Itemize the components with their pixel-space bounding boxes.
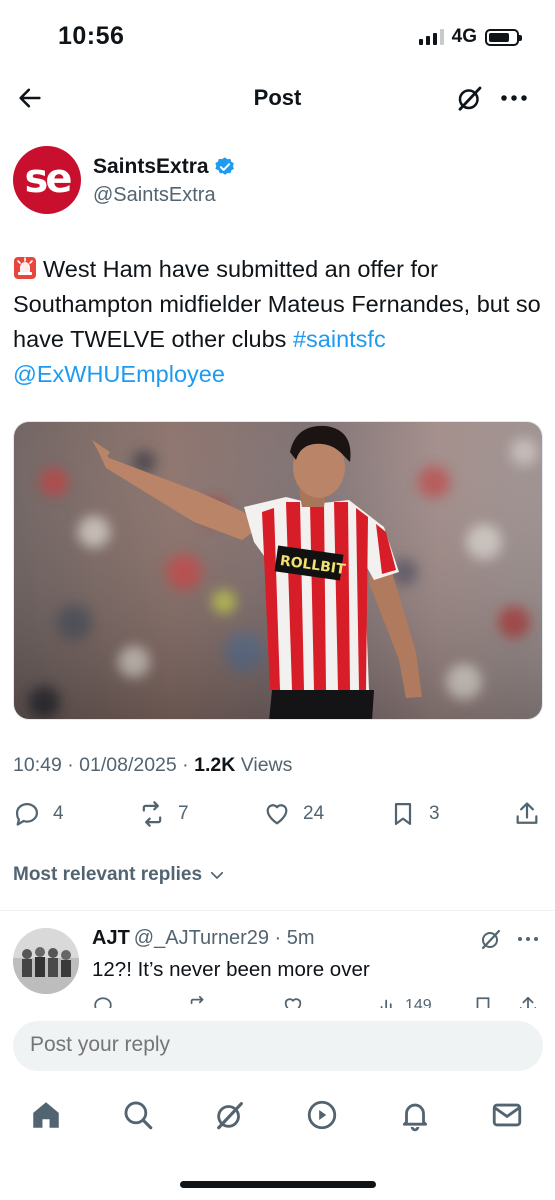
signal-icon	[418, 29, 444, 45]
play-icon[interactable]	[305, 1098, 339, 1132]
post-time: 10:49	[13, 754, 62, 776]
status-time: 10:56	[58, 22, 125, 50]
more-icon[interactable]	[515, 929, 541, 949]
grok-icon[interactable]	[479, 927, 503, 951]
bookmark-count: 3	[429, 803, 440, 824]
post-image[interactable]: ROLLBIT	[13, 421, 543, 720]
network-type: 4G	[451, 26, 477, 47]
reply-text: 12?! It’s never been more over	[92, 958, 370, 981]
status-bar: 10:56 4G	[0, 0, 555, 70]
status-indicators: 4G	[418, 26, 522, 48]
home-indicator	[180, 1181, 376, 1188]
reply-avatar[interactable]	[13, 928, 79, 994]
reply-count: 4	[53, 803, 64, 824]
chevron-down-icon	[210, 871, 224, 879]
author-name-row[interactable]: SaintsExtra	[93, 155, 236, 179]
like-icon	[266, 804, 288, 825]
repost-button[interactable]: 7	[138, 800, 189, 828]
post-date: 01/08/2025	[79, 754, 177, 776]
post-actions: 4 7 24 3	[0, 800, 555, 836]
views-label: Views	[235, 754, 293, 776]
reply-composer[interactable]	[13, 1021, 543, 1071]
like-button[interactable]: 24	[263, 800, 324, 828]
like-count: 24	[303, 803, 325, 824]
grok-icon[interactable]	[213, 1098, 247, 1132]
reply-author-handle[interactable]: @_AJTurner29	[134, 927, 269, 949]
search-icon[interactable]	[121, 1098, 155, 1132]
reply-input[interactable]	[30, 1033, 510, 1057]
repost-icon	[142, 801, 162, 827]
mention-link[interactable]: @ExWHUEmployee	[13, 361, 225, 387]
replies-sort-label: Most relevant replies	[13, 864, 203, 885]
author-handle[interactable]: @SaintsExtra	[93, 184, 216, 207]
home-icon[interactable]	[29, 1098, 63, 1132]
hashtag-link[interactable]: #saintsfc	[293, 326, 386, 352]
verified-icon	[214, 157, 234, 175]
bell-icon[interactable]	[398, 1098, 432, 1132]
bottom-tab-bar	[0, 1092, 555, 1142]
author-name[interactable]: SaintsExtra	[93, 155, 209, 179]
post-body: West Ham have submitted an offer for Sou…	[13, 256, 541, 352]
more-icon[interactable]	[499, 85, 529, 111]
reply-button[interactable]: 4	[13, 800, 64, 828]
reply-age: 5m	[286, 927, 315, 949]
mail-icon[interactable]	[490, 1098, 524, 1132]
bookmark-icon	[394, 802, 412, 826]
reply-header: AJT @_AJTurner29 · 5m	[92, 927, 315, 949]
share-icon	[516, 802, 538, 824]
reply-icon	[15, 802, 39, 826]
grok-icon[interactable]	[455, 83, 485, 113]
bookmark-button[interactable]: 3	[389, 800, 440, 828]
post-text: West Ham have submitted an offer for Sou…	[13, 252, 541, 392]
post-author[interactable]: se SaintsExtra @SaintsExtra	[13, 146, 543, 216]
battery-icon	[485, 28, 522, 46]
share-button[interactable]	[513, 800, 541, 828]
repost-count: 7	[178, 803, 189, 824]
divider	[0, 910, 555, 911]
reply-item[interactable]: AJT @_AJTurner29 · 5m 12?! It’s never bee…	[13, 925, 543, 1010]
views-count[interactable]: 1.2K	[194, 754, 235, 776]
post-meta: 10:49 · 01/08/2025 · 1.2K Views	[13, 754, 293, 776]
reply-author-name[interactable]: AJT	[92, 927, 130, 949]
replies-sort-dropdown[interactable]: Most relevant replies	[13, 864, 226, 886]
avatar[interactable]: se	[13, 146, 81, 214]
post-header: Post	[0, 76, 555, 120]
siren-icon	[14, 257, 36, 279]
player-photo: ROLLBIT	[14, 422, 542, 719]
